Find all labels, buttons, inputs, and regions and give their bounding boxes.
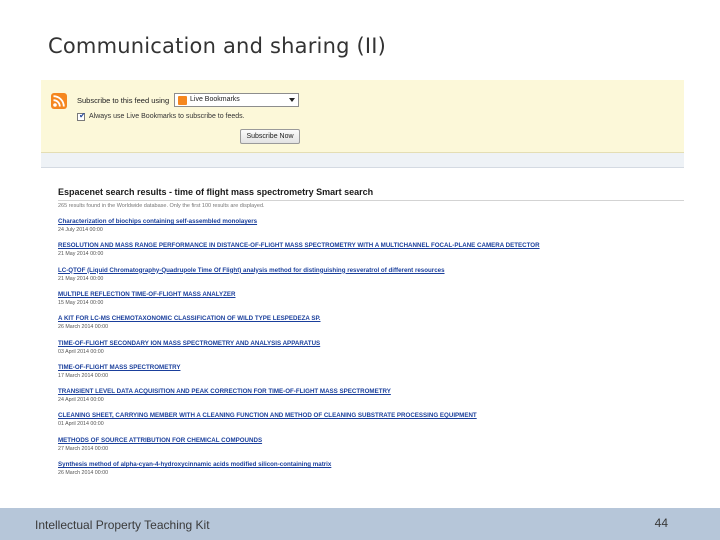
rss-feed-icon — [51, 93, 67, 109]
result-date: 26 March 2014 00:00 — [58, 324, 109, 331]
checkmark-icon: ✔ — [79, 111, 86, 120]
result-date: 21 May 2014 00:00 — [58, 275, 104, 282]
result-item: TIME-OF-FLIGHT MASS SPECTROMETRY 17 March… — [58, 364, 658, 388]
result-title-link[interactable]: TIME-OF-FLIGHT MASS SPECTROMETRY — [58, 364, 180, 371]
feed-reader-select[interactable]: Live Bookmarks — [174, 93, 299, 107]
results-title: Espacenet search results - time of fligh… — [58, 187, 374, 197]
result-title-link[interactable]: TRANSIENT LEVEL DATA ACQUISITION AND PEA… — [58, 388, 391, 395]
result-date: 17 March 2014 00:00 — [58, 372, 109, 379]
always-use-label: Always use Live Bookmarks to subscribe t… — [89, 113, 245, 120]
result-date: 21 May 2014 00:00 — [58, 251, 104, 258]
result-item: Synthesis method of alpha-cyan-4-hydroxy… — [58, 461, 658, 485]
result-item: Characterization of biochips containing … — [58, 218, 658, 242]
result-title-link[interactable]: RESOLUTION AND MASS RANGE PERFORMANCE IN… — [58, 242, 540, 249]
result-date: 01 April 2014 00:00 — [58, 421, 104, 428]
feed-reader-selected: Live Bookmarks — [190, 96, 240, 103]
result-item: TRANSIENT LEVEL DATA ACQUISITION AND PEA… — [58, 388, 658, 412]
chevron-down-icon — [289, 98, 295, 102]
subscribe-now-button[interactable]: Subscribe Now — [240, 129, 300, 144]
result-date: 26 March 2014 00:00 — [58, 470, 109, 476]
result-item: LC-QTOF (Liquid Chromatography-Quadrupol… — [58, 267, 658, 291]
result-item: CLEANING SHEET, CARRYING MEMBER WITH A C… — [58, 412, 658, 436]
page-divider-strip — [41, 153, 684, 168]
result-item: TIME-OF-FLIGHT SECONDARY ION MASS SPECTR… — [58, 340, 658, 364]
result-title-link[interactable]: LC-QTOF (Liquid Chromatography-Quadrupol… — [58, 267, 445, 274]
footer-title: Intellectual Property Teaching Kit — [35, 518, 210, 532]
result-date: 27 March 2014 00:00 — [58, 445, 109, 452]
result-date: 24 April 2014 00:00 — [58, 397, 104, 404]
result-item: METHODS OF SOURCE ATTRIBUTION FOR CHEMIC… — [58, 437, 658, 461]
result-title-link[interactable]: A KIT FOR LC-MS CHEMOTAXONOMIC CLASSIFIC… — [58, 315, 321, 322]
results-count-note: 265 results found in the Worldwide datab… — [58, 203, 265, 209]
result-title-link[interactable]: Characterization of biochips containing … — [58, 218, 257, 225]
slide-title: Communication and sharing (II) — [48, 34, 387, 58]
result-date: 15 May 2014 00:00 — [58, 299, 104, 306]
result-date: 24 July 2014 00:00 — [58, 227, 103, 233]
result-item: RESOLUTION AND MASS RANGE PERFORMANCE IN… — [58, 242, 658, 266]
result-date: 03 April 2014 00:00 — [58, 348, 104, 355]
subscribe-bar: Subscribe to this feed using Live Bookma… — [41, 80, 684, 153]
result-item: MULTIPLE REFLECTION TIME-OF-FLIGHT MASS … — [58, 291, 658, 315]
result-title-link[interactable]: MULTIPLE REFLECTION TIME-OF-FLIGHT MASS … — [58, 291, 235, 298]
result-title-link[interactable]: TIME-OF-FLIGHT SECONDARY ION MASS SPECTR… — [58, 340, 320, 347]
result-title-link[interactable]: CLEANING SHEET, CARRYING MEMBER WITH A C… — [58, 412, 477, 419]
subscribe-label: Subscribe to this feed using — [77, 96, 170, 105]
result-item: A KIT FOR LC-MS CHEMOTAXONOMIC CLASSIFIC… — [58, 315, 658, 339]
browser-screenshot: Subscribe to this feed using Live Bookma… — [41, 80, 684, 508]
page-number: 44 — [654, 516, 668, 530]
always-use-checkbox[interactable]: ✔ — [77, 111, 86, 121]
slide-footer: Intellectual Property Teaching Kit 44 — [0, 508, 720, 540]
result-title-link[interactable]: METHODS OF SOURCE ATTRIBUTION FOR CHEMIC… — [58, 437, 262, 444]
divider — [58, 200, 684, 201]
live-bookmarks-icon — [178, 96, 187, 105]
result-title-link[interactable]: Synthesis method of alpha-cyan-4-hydroxy… — [58, 461, 331, 468]
